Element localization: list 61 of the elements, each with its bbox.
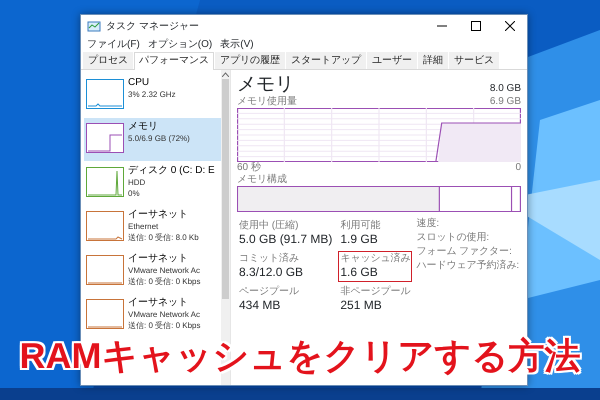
- tab[interactable]: 詳細: [418, 52, 448, 69]
- stat-value: 434 MB: [239, 297, 282, 313]
- stat-value: 1.9 GB: [340, 231, 379, 247]
- sidebar-item-detail: 送信: 0 受信: 0 Kbps: [128, 320, 200, 331]
- stat-value: 8.3/12.0 GB: [239, 264, 304, 280]
- stat-value: 251 MB: [340, 297, 383, 313]
- stat-label: ページプール: [239, 286, 300, 297]
- tab[interactable]: スタートアップ: [286, 52, 366, 69]
- sidebar-item[interactable]: イーサネット VMware Network Ac 送信: 0 受信: 0 Kbps: [84, 294, 221, 337]
- composition-label: メモリ構成: [237, 174, 287, 186]
- detail-label: フォーム ファクター:: [416, 246, 513, 258]
- tab[interactable]: プロセス: [83, 52, 133, 69]
- sidebar-item-detail: 送信: 0 受信: 8.0 Kb: [128, 232, 199, 243]
- sidebar-item-title: CPU: [128, 77, 150, 89]
- graph-max: 6.9 GB: [490, 96, 521, 108]
- sidebar-item-detail: 3% 2.32 GHz: [128, 89, 176, 100]
- tab[interactable]: アプリの履歴: [215, 52, 285, 69]
- detail-label: スロットの使用:: [416, 232, 490, 244]
- sidebar-item-title: イーサネット: [128, 297, 189, 309]
- stat-value: 5.0 GB (91.7 MB): [239, 231, 332, 247]
- sidebar-item[interactable]: イーサネット Ethernet 送信: 0 受信: 8.0 Kb: [84, 206, 221, 249]
- sidebar-item-title: メモリ: [128, 121, 159, 133]
- sidebar-item-detail: 0%: [128, 188, 141, 199]
- graph-label: メモリ使用量: [237, 96, 297, 108]
- menu-item[interactable]: 表示(V): [220, 38, 254, 51]
- stat-label: 利用可能: [340, 220, 382, 231]
- stat-value: 1.6 GB: [340, 264, 379, 280]
- sidebar-item-detail: Ethernet: [128, 221, 160, 232]
- sidebar-item[interactable]: イーサネット VMware Network Ac 送信: 0 受信: 0 Kbps: [84, 250, 221, 293]
- graph-min: 0: [515, 162, 521, 174]
- sidebar-item-title: イーサネット: [128, 253, 189, 265]
- menu-item[interactable]: ファイル(F): [87, 38, 140, 51]
- sidebar-item-detail: VMware Network Ac: [128, 309, 200, 320]
- close-icon: [505, 21, 515, 31]
- sidebar-item[interactable]: CPU 3% 2.32 GHz: [84, 74, 221, 117]
- detail-label: 速度:: [416, 218, 440, 230]
- sidebar-item-title: イーサネット: [128, 209, 189, 221]
- sidebar-item-detail: 送信: 0 受信: 0 Kbps: [128, 276, 200, 287]
- graph-time: 60 秒: [237, 162, 261, 174]
- app-icon: [87, 20, 101, 32]
- stat-label: 使用中 (圧縮): [239, 220, 300, 231]
- tab[interactable]: サービス: [449, 52, 499, 69]
- sidebar-item-detail: 5.0/6.9 GB (72%): [128, 133, 190, 144]
- stat-label: コミット済み: [239, 253, 300, 264]
- window-title: タスク マネージャー: [106, 20, 200, 34]
- maximize-icon: [471, 21, 481, 31]
- sidebar-item-detail: HDD: [128, 177, 146, 188]
- menu-item[interactable]: オプション(O): [148, 38, 212, 51]
- scrollbar-thumb[interactable]: [222, 79, 229, 299]
- detail-label: ハードウェア予約済み:: [416, 260, 520, 272]
- stat-label: キャッシュ済み: [340, 253, 410, 264]
- tab[interactable]: ユーザー: [367, 52, 417, 69]
- stat-label: 非ページプール: [340, 286, 410, 297]
- sidebar-item-title: ディスク 0 (C: D: E: [128, 165, 215, 177]
- sidebar-item-detail: VMware Network Ac: [128, 265, 200, 276]
- total-memory: 8.0 GB: [490, 82, 521, 96]
- tab[interactable]: パフォーマンス: [134, 52, 214, 70]
- scroll-up-icon[interactable]: [222, 72, 229, 77]
- sidebar-item[interactable]: メモリ 5.0/6.9 GB (72%): [84, 118, 221, 161]
- sidebar-item[interactable]: ディスク 0 (C: D: E HDD 0%: [84, 162, 221, 205]
- panel-title: メモリ: [237, 74, 294, 96]
